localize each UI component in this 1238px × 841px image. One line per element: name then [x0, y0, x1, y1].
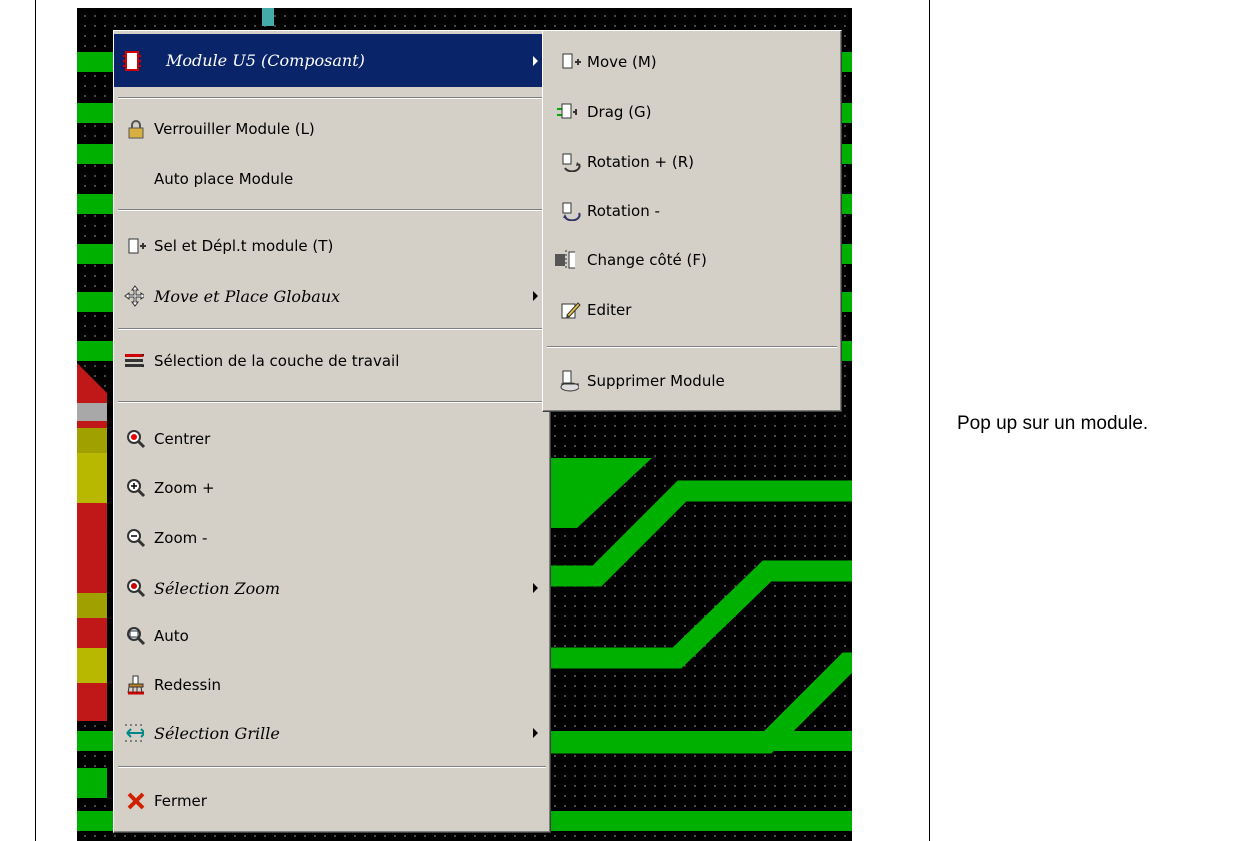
menu-item-label: Zoom - [154, 529, 208, 547]
menu-separator [118, 328, 546, 330]
menu-item-zoom-auto[interactable]: Auto [114, 616, 550, 656]
rotate-minus-icon [561, 201, 581, 221]
menu-item-lock-module[interactable]: Verrouiller Module (L) [114, 109, 550, 149]
submenu-item-rotate-minus[interactable]: Rotation - [543, 191, 841, 231]
submenu-item-label: Move (M) [587, 53, 657, 71]
zoom-out-icon [126, 528, 146, 548]
menu-item-module[interactable]: Module U5 (Composant) [114, 34, 550, 87]
layers-icon [124, 351, 144, 371]
menu-item-label: Redessin [154, 676, 222, 694]
context-menu: Module U5 (Composant) Verrouiller Module… [113, 30, 551, 833]
menu-item-auto-place[interactable]: Auto place Module [114, 159, 550, 199]
submenu-arrow-icon [533, 291, 538, 301]
menu-item-label: Auto [154, 627, 189, 645]
zoom-auto-icon [126, 626, 146, 646]
close-icon [126, 791, 146, 811]
submenu-item-label: Drag (G) [587, 103, 652, 121]
submenu-arrow-icon [533, 583, 538, 593]
menu-item-label: Fermer [154, 792, 207, 810]
menu-item-label: Zoom + [154, 479, 215, 497]
menu-item-label: Sélection de la couche de travail [154, 352, 400, 370]
menu-item-close[interactable]: Fermer [114, 781, 550, 821]
flip-side-icon [555, 250, 575, 270]
menu-item-zoom-out[interactable]: Zoom - [114, 518, 550, 558]
menu-item-grid-select[interactable]: Sélection Grille [114, 713, 550, 753]
table-divider [929, 0, 930, 841]
menu-item-label: Auto place Module [154, 170, 294, 188]
edit-icon [561, 300, 581, 320]
menu-item-label: Sel et Dépl.t module (T) [154, 237, 334, 255]
menu-separator [118, 766, 546, 768]
delete-module-icon [559, 370, 579, 392]
menu-item-zoom-select[interactable]: Sélection Zoom [114, 568, 550, 608]
submenu-item-label: Supprimer Module [587, 372, 725, 390]
menu-item-move-global[interactable]: Move et Place Globaux [114, 276, 550, 316]
zoom-select-icon [126, 578, 146, 598]
menu-item-layer-select[interactable]: Sélection de la couche de travail [114, 341, 550, 381]
chip-icon [122, 50, 142, 71]
menu-item-redraw[interactable]: Redessin [114, 665, 550, 705]
submenu-item-move[interactable]: Move (M) [543, 42, 841, 82]
rotate-plus-icon [561, 152, 581, 172]
menu-item-label: Sélection Grille [154, 723, 280, 743]
submenu-item-label: Rotation - [587, 202, 660, 220]
menu-separator [118, 209, 546, 211]
move-arrows-icon [124, 285, 144, 307]
select-move-icon [126, 236, 146, 256]
submenu-item-drag[interactable]: Drag (G) [543, 92, 841, 132]
menu-item-center[interactable]: Centrer [114, 419, 550, 459]
submenu-item-label: Change côté (F) [587, 251, 707, 269]
lock-icon [126, 119, 146, 139]
redraw-brush-icon [126, 675, 146, 695]
menu-item-select-move[interactable]: Sel et Dépl.t module (T) [114, 226, 550, 266]
menu-item-label: Sélection Zoom [154, 578, 281, 598]
menu-separator [118, 401, 546, 403]
zoom-in-icon [126, 478, 146, 498]
menu-item-label: Centrer [154, 430, 211, 448]
menu-item-label: Module U5 (Composant) [166, 51, 365, 70]
center-icon [126, 429, 146, 449]
grid-icon [124, 723, 144, 743]
menu-separator [118, 97, 546, 99]
submenu-item-label: Editer [587, 301, 632, 319]
submenu-item-flip-side[interactable]: Change côté (F) [543, 240, 841, 280]
module-submenu: Move (M) Drag (G) Rotation + (R) Rotatio… [542, 30, 842, 412]
submenu-item-edit[interactable]: Editer [543, 290, 841, 330]
submenu-item-rotate-plus[interactable]: Rotation + (R) [543, 142, 841, 182]
move-icon [561, 52, 581, 72]
submenu-item-label: Rotation + (R) [587, 153, 694, 171]
submenu-arrow-icon [533, 728, 538, 738]
menu-item-label: Verrouiller Module (L) [154, 120, 315, 138]
menu-item-zoom-in[interactable]: Zoom + [114, 468, 550, 508]
caption-text: Pop up sur un module. [957, 413, 1149, 434]
submenu-arrow-icon [533, 55, 538, 66]
submenu-item-delete[interactable]: Supprimer Module [543, 361, 841, 401]
menu-item-label: Move et Place Globaux [154, 286, 341, 306]
drag-icon [557, 102, 577, 122]
menu-separator [547, 346, 837, 348]
